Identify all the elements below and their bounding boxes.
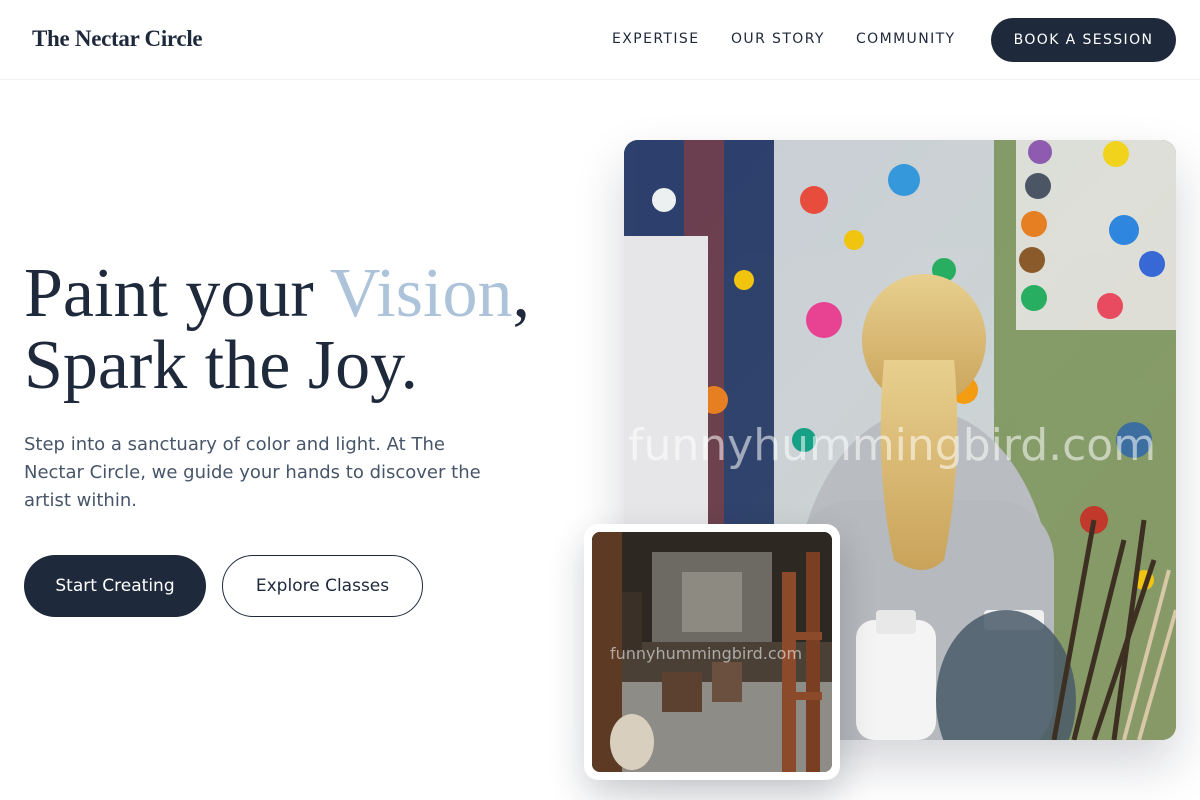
main-image-watermark: funnyhummingbird.com: [628, 420, 1157, 471]
hero-subtext: Step into a sanctuary of color and light…: [24, 434, 481, 511]
nav-link-community[interactable]: COMMUNITY: [856, 31, 956, 47]
studio-image-card: funnyhummingbird.com: [584, 524, 840, 780]
studio-image: funnyhummingbird.com: [592, 532, 832, 772]
headline-line2: Spark the Joy.: [24, 327, 419, 404]
headline-accent: Vision: [329, 255, 513, 332]
explore-classes-button[interactable]: Explore Classes: [222, 555, 423, 617]
brand-logo[interactable]: The Nectar Circle: [32, 26, 203, 52]
hero-headline: Paint your Vision, Spark the Joy.: [24, 258, 530, 402]
small-image-watermark: funnyhummingbird.com: [610, 644, 803, 663]
nav-link-our-story[interactable]: OUR STORY: [731, 31, 825, 47]
nav-link-expertise[interactable]: EXPERTISE: [612, 31, 699, 47]
headline-part2: ,: [512, 255, 530, 332]
start-creating-button[interactable]: Start Creating: [24, 555, 206, 617]
book-session-button[interactable]: BOOK A SESSION: [991, 18, 1176, 62]
site-header: The Nectar Circle EXPERTISE OUR STORY CO…: [0, 0, 1200, 80]
headline-part1: Paint your: [24, 255, 330, 332]
